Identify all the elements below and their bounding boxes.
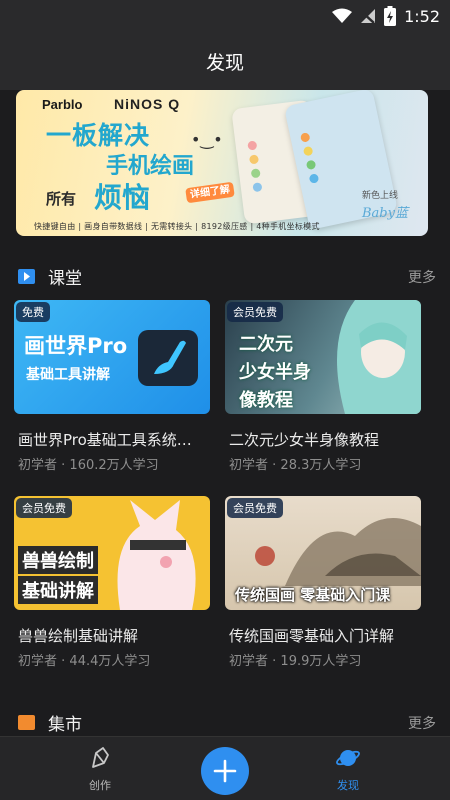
course-card[interactable]: 画世界Pro 基础工具讲解 免费 — [14, 300, 210, 414]
banner-color-name: Baby蓝 — [362, 206, 408, 221]
shop-icon — [18, 715, 35, 730]
play-icon — [18, 269, 35, 284]
status-icons: 1:52 — [332, 6, 440, 26]
course-title[interactable]: 二次元少女半身像教程 — [229, 429, 439, 450]
nav-create-label: 创作 — [89, 779, 111, 792]
banner-headline-1: 一板解决 — [46, 121, 151, 150]
banner-brand-model: NiNOS Q — [114, 96, 181, 112]
bottom-nav: 创作 发现 — [0, 736, 450, 800]
course-thumb-text: 传统国画 零基础入门课 — [235, 586, 391, 604]
plus-icon — [213, 759, 237, 783]
classroom-more-link[interactable]: 更多 — [408, 267, 436, 287]
course-card[interactable]: 传统国画 零基础入门课 会员免费 — [225, 496, 421, 610]
nav-discover-label: 发现 — [337, 779, 359, 792]
course-thumb-text: 像教程 — [239, 390, 293, 411]
status-time: 1:52 — [404, 6, 440, 26]
course-thumb-text: 二次元 — [239, 334, 293, 355]
classroom-header: 课堂 更多 — [0, 262, 450, 292]
course-thumb-text: 少女半身 — [239, 362, 311, 383]
nav-create[interactable]: 创作 — [70, 745, 130, 793]
course-title[interactable]: 兽兽绘制基础讲解 — [18, 625, 228, 646]
course-badge: 会员免费 — [16, 498, 72, 518]
course-thumb-text: 画世界Pro — [24, 334, 128, 358]
signal-off-icon — [361, 9, 376, 24]
banner-features: 快捷键自由 | 画身自带数据线 | 无需转接头 | 8192级压感 | 4种手机… — [34, 222, 320, 231]
course-thumb-subtext: 基础工具讲解 — [26, 367, 110, 383]
course-meta: 初学者 · 44.4万人学习 — [18, 654, 151, 669]
battery-charging-icon — [384, 6, 397, 26]
nav-discover[interactable]: 发现 — [318, 745, 378, 793]
banner-new-color: 新色上线 — [362, 191, 399, 201]
banner-headline-3a: 所有 — [46, 190, 77, 208]
market-more-link[interactable]: 更多 — [408, 713, 436, 733]
course-title[interactable]: 传统国画零基础入门详解 — [229, 625, 439, 646]
status-bar: 1:52 — [0, 0, 450, 32]
banner-detail-button[interactable]: 详细了解 — [185, 181, 235, 204]
course-card[interactable]: 二次元 少女半身 像教程 会员免费 — [225, 300, 421, 414]
banner-headline-3b: 烦恼 — [94, 181, 151, 214]
course-meta: 初学者 · 28.3万人学习 — [229, 458, 362, 473]
course-badge: 会员免费 — [227, 302, 283, 322]
course-thumb-text: 兽兽绘制 — [18, 546, 98, 574]
smiley-icon: •‿• — [191, 130, 223, 149]
course-card[interactable]: 兽兽绘制 基础讲解 会员免费 — [14, 496, 210, 610]
course-title[interactable]: 画世界Pro基础工具系统… — [18, 429, 228, 450]
course-badge: 免费 — [16, 302, 50, 322]
app-bar: 发现 — [0, 32, 450, 90]
add-button[interactable] — [201, 747, 249, 795]
brush-app-icon — [138, 330, 198, 386]
course-meta: 初学者 · 160.2万人学习 — [18, 458, 159, 473]
market-header: 集市 更多 — [0, 708, 450, 738]
course-meta: 初学者 · 19.9万人学习 — [229, 654, 362, 669]
course-badge: 会员免费 — [227, 498, 283, 518]
page-title: 发现 — [205, 51, 244, 74]
course-thumb-text: 基础讲解 — [18, 576, 98, 604]
wifi-icon — [332, 8, 353, 23]
pen-icon — [92, 747, 109, 768]
market-title: 集市 — [48, 715, 82, 735]
promo-banner[interactable]: Parblo NiNOS Q 一板解决 •‿• 手机绘画 所有 烦恼 详细了解 … — [16, 90, 428, 236]
planet-icon — [336, 750, 360, 766]
anime-girl-illustration — [337, 300, 421, 414]
beast-illustration — [117, 500, 196, 610]
classroom-title: 课堂 — [48, 269, 82, 289]
banner-brand: Parblo — [42, 97, 83, 112]
